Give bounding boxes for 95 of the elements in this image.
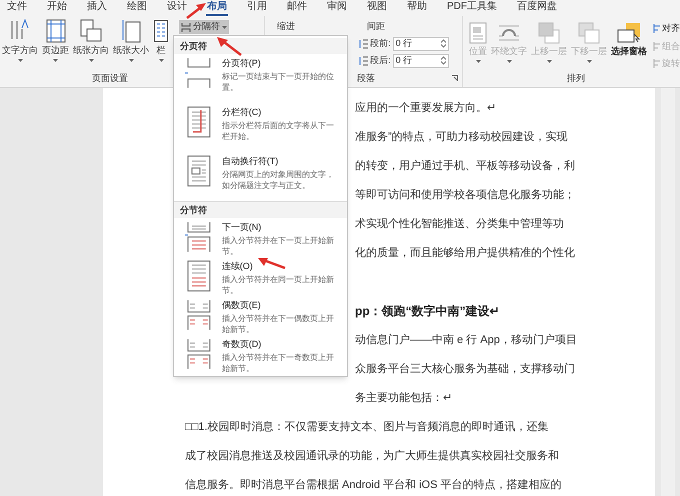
breaks-icon	[181, 22, 191, 32]
ribbon-button[interactable]: 对齐	[653, 22, 680, 36]
body-text: 成了校园消息推送及校园通讯录的功能，为广大师生提供真实校园社交服务和	[185, 450, 559, 462]
align-icon	[653, 59, 661, 68]
menu-item-title: 下一页(N)	[222, 221, 262, 234]
indent-label: 缩进	[276, 20, 296, 33]
group-label: 段落	[357, 72, 376, 84]
spinner-icon	[440, 39, 446, 48]
annotation-arrow	[216, 36, 242, 56]
body-text: 等即可访问和使用学校各项信息化服务功能；	[355, 189, 575, 201]
ribbon-tab[interactable]: 视图	[366, 0, 388, 16]
caret-icon	[53, 58, 58, 62]
body-text: 化的质量，而且能够给用户提供精准的个性化	[355, 247, 575, 259]
menu-item-title: 分栏符(C)	[222, 106, 262, 119]
menu-item-title: 连续(O)	[222, 260, 253, 273]
spacing-icon	[359, 38, 368, 48]
ribbon-tab[interactable]: PDF工具集	[446, 0, 498, 16]
margins-icon	[46, 19, 66, 43]
spacing-field[interactable]: 0 行	[392, 54, 449, 68]
ribbon-button[interactable]: 页边距	[40, 19, 71, 72]
menu-item[interactable]: 分页符(P) 标记一页结束与下一页开始的位置。	[174, 54, 347, 103]
ribbon-tab[interactable]: 插入	[86, 0, 108, 16]
group-label: 排列	[566, 72, 586, 84]
bring-forward-icon	[537, 22, 561, 44]
ribbon-tab[interactable]: 开始	[46, 0, 68, 16]
menu-item[interactable]: 偶数页(E) 插入分节符并在下一偶数页上开始新节。	[174, 296, 347, 335]
caret-icon	[88, 58, 94, 62]
menu-item[interactable]: 奇数页(D) 插入分节符并在下一奇数页上开始新节。	[174, 335, 347, 374]
ribbon-tab[interactable]: 设计	[166, 0, 188, 16]
spacing-field[interactable]: 0 行	[392, 36, 449, 50]
align-icon	[653, 42, 661, 51]
ribbon-button[interactable]: 文字方向	[0, 19, 40, 72]
menu-section-title: 分节符	[174, 202, 347, 218]
menu-item-description: 插入分节符并在下一奇数页上开始新节。	[222, 352, 335, 374]
spacing-field-label: 段前:	[370, 36, 391, 50]
ribbon-button[interactable]: 纸张方向	[71, 19, 111, 72]
menu-section-title: 分页符	[174, 38, 347, 54]
body-text: 务主要功能包括：↵	[355, 392, 452, 404]
paper-size-icon	[121, 19, 141, 43]
spinner-icon	[440, 56, 446, 65]
spacing-label: 间距	[366, 20, 386, 33]
ribbon-tab[interactable]: 百度网盘	[516, 0, 558, 16]
ribbon-tab[interactable]: 绘图	[126, 0, 148, 16]
ribbon-tab[interactable]: 邮件	[286, 0, 308, 16]
caret-icon	[18, 58, 22, 62]
orientation-icon	[80, 19, 102, 43]
menu-item-description: 分隔网页上的对象周围的文字，如分隔题注文字与正文。	[222, 168, 335, 190]
spacing-icon	[359, 56, 368, 66]
body-text: 众服务平台三大核心服务为基础，支撑移动门	[355, 363, 575, 375]
selection-pane-icon	[616, 22, 642, 44]
ribbon-tab[interactable]: 帮助	[406, 0, 428, 16]
menu-item-description: 插入分节符并在下一页上开始新节。	[222, 234, 335, 256]
menu-item-title: 奇数页(D)	[222, 338, 262, 351]
caret-icon	[158, 58, 164, 62]
body-text: 动信息门户——中南 e 行 App，移动门户项目	[355, 334, 577, 346]
ribbon-tab[interactable]: 引用	[246, 0, 268, 16]
menu-item-title: 偶数页(E)	[222, 299, 261, 312]
ribbon-button[interactable]: 纸张大小	[111, 19, 151, 72]
ribbon-button[interactable]: 选择窗格	[611, 22, 647, 72]
send-backward-icon	[577, 22, 601, 44]
caret-icon	[128, 58, 134, 62]
breaks-button[interactable]: 分隔符	[179, 20, 229, 34]
menu-item-description: 插入分节符并在下一偶数页上开始新节。	[222, 312, 335, 334]
heading-text: pp：领跑“数字中南”建设↵	[355, 304, 500, 318]
annotation-arrow	[258, 257, 286, 269]
align-icon	[653, 24, 661, 34]
menu-item[interactable]: 连续(O) 插入分节符并在同一页上开始新节。	[174, 257, 347, 296]
body-text: 应用的一个重要发展方向。↵	[355, 102, 496, 114]
position-icon	[469, 22, 487, 44]
dialog-launcher-icon	[452, 75, 458, 82]
group-label: 页面设置	[91, 72, 129, 84]
caret-icon	[546, 60, 552, 62]
ribbon-tab[interactable]: 审阅	[326, 0, 348, 16]
menu-item-title: 自动换行符(T)	[222, 155, 278, 168]
caret-icon	[586, 60, 592, 62]
body-text: 信息服务。即时消息平台需根据 Android 平台和 iOS 平台的特点，搭建相应的	[185, 479, 562, 491]
spacing-field-label: 段后:	[370, 54, 391, 67]
menu-item[interactable]: 分栏符(C) 指示分栏符后面的文字将从下一栏开始。	[174, 103, 347, 152]
ribbon-button[interactable]: 栏	[151, 19, 171, 72]
body-text: 准服务”的特点，可助力移动校园建设，实现	[355, 131, 568, 143]
caret-icon	[476, 60, 480, 62]
caret-icon	[506, 60, 512, 62]
menu-item[interactable]: 自动换行符(T) 分隔网页上的对象周围的文字，如分隔题注文字与正文。	[174, 152, 347, 201]
body-text: 术实现个性化智能推送、分类集中管理等功	[355, 218, 564, 230]
body-text: 的转变，用户通过手机、平板等移动设备，利	[355, 160, 575, 172]
menu-item-description: 指示分栏符后面的文字将从下一栏开始。	[222, 120, 335, 142]
body-text: □□1.校园即时消息：不仅需要支持文本、图片与音频消息的即时通讯，还集	[185, 421, 548, 433]
menu-item-description: 标记一页结束与下一页开始的位置。	[222, 70, 335, 92]
menu-item-title: 分页符(P)	[222, 57, 261, 70]
caret-icon	[222, 26, 227, 28]
menu-item[interactable]: 下一页(N) 插入分节符并在下一页上开始新节。	[174, 218, 347, 257]
annotation-arrow	[186, 3, 206, 19]
columns-icon	[153, 19, 169, 43]
ribbon-tab[interactable]: 文件	[6, 0, 28, 16]
menu-item-description: 插入分节符并在同一页上开始新节。	[222, 274, 335, 296]
